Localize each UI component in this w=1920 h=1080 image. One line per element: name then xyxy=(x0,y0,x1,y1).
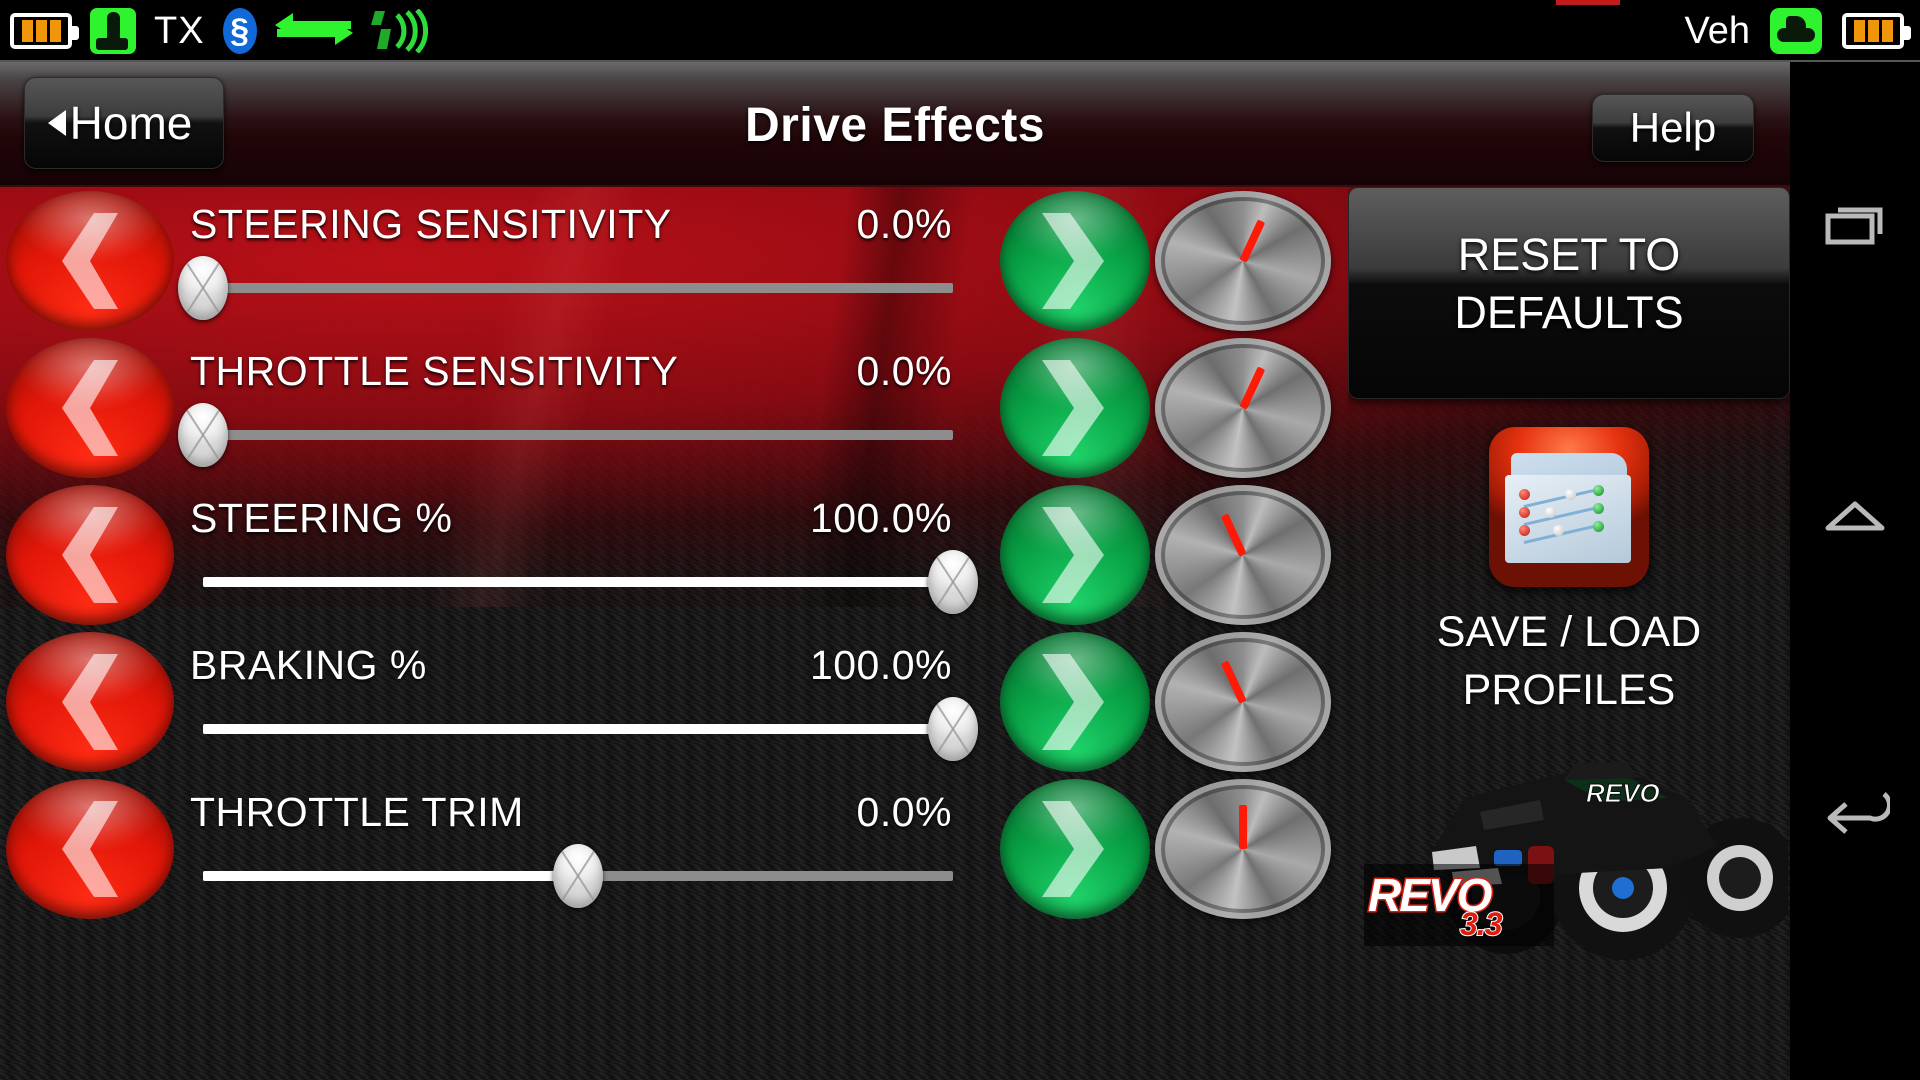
slider-thumb[interactable] xyxy=(553,844,603,908)
chevron-right-icon[interactable] xyxy=(1000,632,1150,772)
signal-strength-icon xyxy=(370,8,431,54)
setting-slider[interactable] xyxy=(203,550,978,614)
status-accent-tick xyxy=(1556,0,1620,5)
revo-logo: REVO 3.3 xyxy=(1364,864,1554,946)
setting-label: STEERING SENSITIVITY xyxy=(190,201,672,247)
save-load-profiles-button[interactable]: SAVE / LOAD PROFILES xyxy=(1348,427,1790,727)
home-icon[interactable] xyxy=(1790,452,1920,582)
slider-fill xyxy=(203,724,953,734)
slider-thumb[interactable] xyxy=(928,550,978,614)
setting-value: 0.0% xyxy=(856,201,952,247)
setting-label: THROTTLE TRIM xyxy=(190,789,524,835)
setting-value: 100.0% xyxy=(809,495,952,541)
help-button-label: Help xyxy=(1629,104,1717,151)
chevron-left-icon[interactable] xyxy=(6,485,174,625)
setting-value: 0.0% xyxy=(856,789,952,835)
slider-track xyxy=(203,283,953,293)
help-button[interactable]: Help xyxy=(1592,94,1754,162)
profiles-label-line1: SAVE / LOAD xyxy=(1436,608,1702,656)
rotary-dial-icon[interactable] xyxy=(1155,191,1331,331)
profiles-folder-icon xyxy=(1489,427,1649,587)
battery-icon xyxy=(1842,13,1911,49)
setting-slider[interactable] xyxy=(178,256,953,320)
vehicle-label: Veh xyxy=(1684,9,1750,52)
chevron-right-icon[interactable] xyxy=(1000,191,1150,331)
setting-value: 0.0% xyxy=(856,348,952,394)
status-bar: TX § Veh xyxy=(0,0,1920,62)
dial-indicator xyxy=(1239,366,1266,410)
rotary-dial-icon[interactable] xyxy=(1155,485,1331,625)
setting-slider[interactable] xyxy=(178,403,953,467)
transmitter-icon xyxy=(90,8,136,54)
android-navigation-bar xyxy=(1790,62,1920,1080)
setting-label: THROTTLE SENSITIVITY xyxy=(190,348,679,394)
tx-label: TX xyxy=(154,9,205,52)
slider-thumb[interactable] xyxy=(928,697,978,761)
app-screen: TX § Veh Home Drive Effects Help STEERIN… xyxy=(0,0,1920,1080)
chevron-left-icon[interactable] xyxy=(6,338,174,478)
dial-indicator xyxy=(1220,660,1247,704)
revo-logo-sub: 3.3 xyxy=(1459,905,1504,943)
dial-indicator xyxy=(1220,513,1247,557)
vehicle-icon xyxy=(1770,8,1822,54)
dial-indicator xyxy=(1239,219,1266,263)
rotary-dial-icon[interactable] xyxy=(1155,779,1331,919)
page-title: Drive Effects xyxy=(745,99,1045,152)
revo-truck-photo: REVO REVO 3.3 xyxy=(1354,692,1790,1080)
slider-track xyxy=(203,430,953,440)
reset-to-defaults-button[interactable]: RESET TO DEFAULTS xyxy=(1348,187,1790,399)
chevron-left-icon[interactable] xyxy=(6,779,174,919)
slider-thumb[interactable] xyxy=(178,403,228,467)
chevron-right-icon[interactable] xyxy=(1000,338,1150,478)
reset-button-line2: DEFAULTS xyxy=(1454,287,1684,338)
rotary-dial-icon[interactable] xyxy=(1155,632,1331,772)
dial-indicator xyxy=(1239,805,1247,849)
slider-fill xyxy=(203,871,578,881)
chevron-left-icon[interactable] xyxy=(6,191,174,331)
recents-icon[interactable] xyxy=(1790,162,1920,292)
chevron-left-icon[interactable] xyxy=(6,632,174,772)
chevron-right-icon[interactable] xyxy=(1000,485,1150,625)
rotary-dial-icon[interactable] xyxy=(1155,338,1331,478)
right-panel: RESET TO DEFAULTS SAVE / LOAD PROFILES R… xyxy=(1348,187,1790,1080)
setting-slider[interactable] xyxy=(203,697,978,761)
chevron-right-icon[interactable] xyxy=(1000,779,1150,919)
setting-label: BRAKING % xyxy=(190,642,427,688)
battery-icon xyxy=(10,13,79,49)
title-bar: Home Drive Effects Help xyxy=(0,62,1790,187)
slider-fill xyxy=(203,577,953,587)
status-bar-left-group: TX § xyxy=(0,0,431,62)
setting-label: STEERING % xyxy=(190,495,453,541)
svg-text:REVO: REVO xyxy=(1586,778,1660,808)
slider-thumb[interactable] xyxy=(178,256,228,320)
two-way-link-icon xyxy=(274,11,353,51)
back-icon[interactable] xyxy=(1790,742,1920,872)
setting-slider[interactable] xyxy=(203,844,953,908)
status-bar-right-group: Veh xyxy=(1684,0,1911,62)
bluetooth-icon: § xyxy=(222,8,257,54)
setting-value: 100.0% xyxy=(809,642,952,688)
reset-button-line1: RESET TO xyxy=(1457,229,1681,280)
